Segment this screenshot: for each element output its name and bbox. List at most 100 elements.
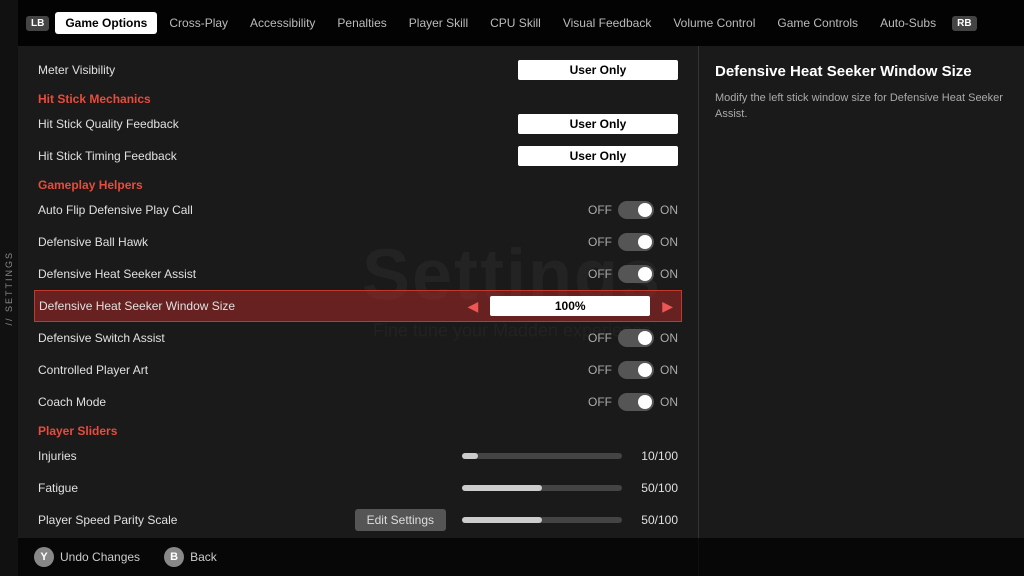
player-speed-label: Player Speed Parity Scale [38,513,355,527]
hit-stick-timing-value: User Only [518,146,678,166]
defensive-switch-assist-row[interactable]: Defensive Switch Assist OFF ON [34,322,682,354]
controlled-player-art-off-label: OFF [588,363,612,377]
injuries-label: Injuries [38,449,462,463]
fatigue-row[interactable]: Fatigue 50/100 [34,472,682,504]
player-speed-row[interactable]: Player Speed Parity Scale Edit Settings … [34,504,682,536]
defensive-heat-seeker-window-row[interactable]: Defensive Heat Seeker Window Size ◀ 100%… [34,290,682,322]
defensive-heat-seeker-window-value: ◀ 100% ▶ [463,296,677,316]
defensive-ball-hawk-toggle[interactable] [618,233,654,251]
hit-stick-quality-dropdown[interactable]: User Only [518,114,678,134]
top-nav: LB Game Options Cross-Play Accessibility… [18,0,1024,46]
injuries-fill [462,453,478,459]
defensive-ball-hawk-toggle-group: OFF ON [588,233,678,251]
meter-visibility-row[interactable]: Meter Visibility User Only [34,54,682,86]
controlled-player-art-toggle-group: OFF ON [588,361,678,379]
injuries-track[interactable] [462,453,622,459]
defensive-heat-seeker-window-label: Defensive Heat Seeker Window Size [39,299,463,313]
nav-game-options[interactable]: Game Options [55,12,157,34]
coach-mode-toggle-group: OFF ON [588,393,678,411]
auto-flip-toggle-group: OFF ON [588,201,678,219]
defensive-ball-hawk-on-label: ON [660,235,678,249]
nav-penalties[interactable]: Penalties [327,12,396,34]
defensive-switch-assist-on-label: ON [660,331,678,345]
fatigue-fill [462,485,542,491]
defensive-heat-seeker-assist-on-label: ON [660,267,678,281]
defensive-ball-hawk-off-label: OFF [588,235,612,249]
controlled-player-art-toggle[interactable] [618,361,654,379]
player-speed-track[interactable] [462,517,622,523]
defensive-heat-seeker-assist-label: Defensive Heat Seeker Assist [38,267,588,281]
auto-flip-row[interactable]: Auto Flip Defensive Play Call OFF ON [34,194,682,226]
fatigue-value: 50/100 [462,481,678,495]
controlled-player-art-on-label: ON [660,363,678,377]
coach-mode-label: Coach Mode [38,395,588,409]
right-panel: Defensive Heat Seeker Window Size Modify… [698,46,1024,576]
coach-mode-off-label: OFF [588,395,612,409]
defensive-ball-hawk-label: Defensive Ball Hawk [38,235,588,249]
fatigue-number: 50/100 [638,481,678,495]
auto-flip-off-label: OFF [588,203,612,217]
nav-visual-feedback[interactable]: Visual Feedback [553,12,662,34]
auto-flip-label: Auto Flip Defensive Play Call [38,203,588,217]
main-content: Meter Visibility User Only Hit Stick Mec… [18,46,1024,576]
nav-game-controls[interactable]: Game Controls [767,12,868,34]
gameplay-helpers-section-header: Gameplay Helpers [34,172,682,194]
meter-visibility-dropdown[interactable]: User Only [518,60,678,80]
hit-stick-quality-value: User Only [518,114,678,134]
nav-player-skill[interactable]: Player Skill [399,12,478,34]
undo-changes-label: Undo Changes [60,550,140,564]
nav-cross-play[interactable]: Cross-Play [159,12,238,34]
sidebar-label: // SETTINGS [4,251,14,326]
defensive-switch-assist-toggle-group: OFF ON [588,329,678,347]
hit-stick-timing-label: Hit Stick Timing Feedback [38,149,518,163]
injuries-row[interactable]: Injuries 10/100 [34,440,682,472]
left-panel: Meter Visibility User Only Hit Stick Mec… [18,46,698,576]
meter-visibility-label: Meter Visibility [38,63,518,77]
defensive-ball-hawk-row[interactable]: Defensive Ball Hawk OFF ON [34,226,682,258]
heat-seeker-left-arrow[interactable]: ◀ [463,298,482,315]
sidebar: // SETTINGS [0,0,18,576]
undo-changes-btn[interactable]: Y Undo Changes [34,547,140,567]
hit-stick-timing-dropdown[interactable]: User Only [518,146,678,166]
hit-stick-section-header: Hit Stick Mechanics [34,86,682,108]
coach-mode-toggle[interactable] [618,393,654,411]
hit-stick-timing-row[interactable]: Hit Stick Timing Feedback User Only [34,140,682,172]
right-panel-title: Defensive Heat Seeker Window Size [715,62,1008,82]
controlled-player-art-row[interactable]: Controlled Player Art OFF ON [34,354,682,386]
nav-accessibility[interactable]: Accessibility [240,12,325,34]
defensive-switch-assist-label: Defensive Switch Assist [38,331,588,345]
fatigue-label: Fatigue [38,481,462,495]
meter-visibility-value: User Only [518,60,678,80]
player-speed-number: 50/100 [638,513,678,527]
back-btn[interactable]: B Back [164,547,217,567]
defensive-heat-seeker-assist-row[interactable]: Defensive Heat Seeker Assist OFF ON [34,258,682,290]
injuries-value: 10/100 [462,449,678,463]
rb-button[interactable]: RB [952,16,976,31]
defensive-switch-assist-off-label: OFF [588,331,612,345]
right-panel-desc: Modify the left stick window size for De… [715,90,1008,123]
lb-button[interactable]: LB [26,16,49,31]
hit-stick-quality-row[interactable]: Hit Stick Quality Feedback User Only [34,108,682,140]
player-speed-value: Edit Settings 50/100 [355,509,678,531]
defensive-heat-seeker-assist-off-label: OFF [588,267,612,281]
nav-auto-subs[interactable]: Auto-Subs [870,12,946,34]
defensive-heat-seeker-assist-toggle[interactable] [618,265,654,283]
hit-stick-quality-label: Hit Stick Quality Feedback [38,117,518,131]
injuries-number: 10/100 [638,449,678,463]
edit-settings-button[interactable]: Edit Settings [355,509,446,531]
player-speed-fill [462,517,542,523]
coach-mode-row[interactable]: Coach Mode OFF ON [34,386,682,418]
defensive-heat-seeker-assist-toggle-group: OFF ON [588,265,678,283]
player-sliders-section-header: Player Sliders [34,418,682,440]
defensive-switch-assist-toggle[interactable] [618,329,654,347]
b-button-badge: B [164,547,184,567]
nav-cpu-skill[interactable]: CPU Skill [480,12,551,34]
fatigue-track[interactable] [462,485,622,491]
heat-seeker-right-arrow[interactable]: ▶ [658,298,677,315]
nav-volume-control[interactable]: Volume Control [663,12,765,34]
auto-flip-on-label: ON [660,203,678,217]
coach-mode-on-label: ON [660,395,678,409]
auto-flip-toggle[interactable] [618,201,654,219]
y-button-badge: Y [34,547,54,567]
bottom-bar: Y Undo Changes B Back [18,538,1024,576]
